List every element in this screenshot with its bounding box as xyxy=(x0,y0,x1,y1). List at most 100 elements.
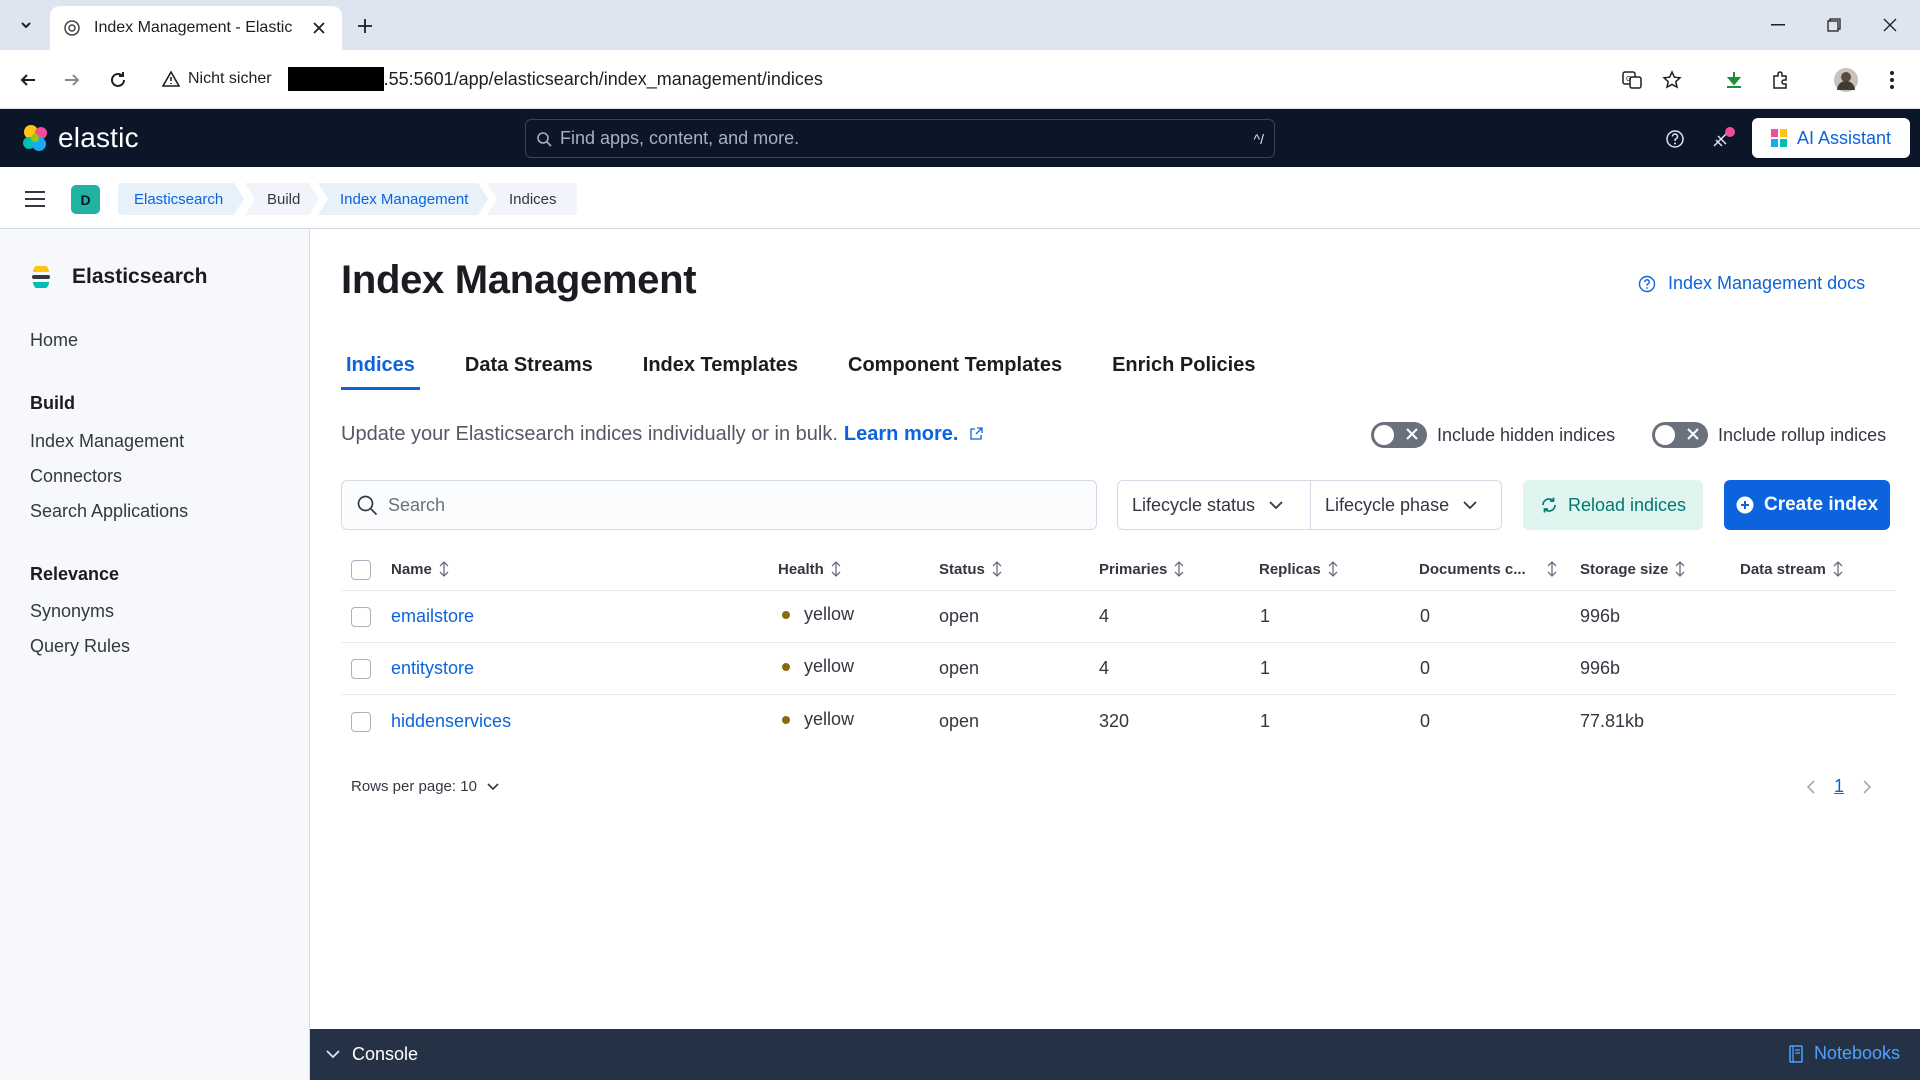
reload-page-icon[interactable] xyxy=(102,64,134,96)
browser-tab-bar: Index Management - Elastic xyxy=(0,0,1920,50)
primaries-cell: 320 xyxy=(1099,711,1130,731)
console-bar[interactable]: Console Notebooks xyxy=(310,1029,1920,1080)
notebooks-button[interactable]: Notebooks xyxy=(1788,1043,1900,1064)
row-checkbox[interactable] xyxy=(351,607,371,627)
sort-icon xyxy=(992,561,1002,577)
column-header-health[interactable]: Health xyxy=(778,560,842,578)
browser-tab[interactable]: Index Management - Elastic xyxy=(50,6,342,50)
minimize-icon[interactable] xyxy=(1750,0,1806,50)
indices-search-input[interactable] xyxy=(388,494,1068,516)
extensions-icon[interactable] xyxy=(1764,64,1796,96)
column-header-data-stream[interactable]: Data stream xyxy=(1740,560,1844,578)
storage-size-cell: 77.81kb xyxy=(1580,711,1645,731)
page-description: Update your Elasticsearch indices indivi… xyxy=(341,423,983,446)
breadcrumb-elasticsearch[interactable]: Elasticsearch xyxy=(118,183,244,215)
help-icon[interactable] xyxy=(1660,124,1690,154)
elastic-logo[interactable]: elastic xyxy=(20,122,139,154)
index-name-link[interactable]: hiddenservices xyxy=(391,711,511,732)
omnibox[interactable]: Nicht sicher .55:5601/app/elasticsearch/… xyxy=(152,58,1772,100)
column-header-replicas[interactable]: Replicas xyxy=(1259,560,1339,578)
global-search-input[interactable]: Find apps, content, and more. ^/ xyxy=(525,119,1275,158)
row-checkbox[interactable] xyxy=(351,659,371,679)
lifecycle-status-filter[interactable]: Lifecycle status xyxy=(1117,480,1311,530)
hidden-indices-switch[interactable] xyxy=(1371,422,1427,448)
breadcrumb-build: Build xyxy=(245,183,319,215)
new-tab-icon[interactable] xyxy=(350,11,380,41)
pagination: 1 xyxy=(1806,776,1872,797)
column-header-name[interactable]: Name xyxy=(391,560,450,578)
ai-assistant-button[interactable]: AI Assistant xyxy=(1752,118,1910,158)
column-header-documents[interactable]: Documents c... xyxy=(1419,560,1558,578)
notebook-icon xyxy=(1789,1044,1803,1063)
sidebar-item-home[interactable]: Home xyxy=(30,330,78,351)
reload-indices-button[interactable]: Reload indices xyxy=(1523,480,1703,530)
next-page-icon[interactable] xyxy=(1862,779,1872,795)
translate-icon[interactable]: G xyxy=(1616,64,1648,96)
index-management-tabs: Indices Data Streams Index Templates Com… xyxy=(341,346,1300,390)
sort-icon xyxy=(1174,561,1184,577)
side-nav-title: Elasticsearch xyxy=(72,265,208,288)
menu-toggle-icon[interactable] xyxy=(20,184,50,214)
tab-index-templates[interactable]: Index Templates xyxy=(638,346,803,390)
docs-link[interactable]: Index Management docs xyxy=(1638,273,1865,294)
health-dot-icon xyxy=(782,662,790,671)
ai-assistant-icon xyxy=(1770,129,1787,147)
lifecycle-phase-filter[interactable]: Lifecycle phase xyxy=(1310,480,1502,530)
restore-icon[interactable] xyxy=(1806,0,1862,50)
column-header-status[interactable]: Status xyxy=(939,560,1003,578)
create-index-button[interactable]: Create index xyxy=(1724,480,1890,530)
kibana-header: elastic Find apps, content, and more. ^/… xyxy=(0,109,1920,167)
index-name-link[interactable]: entitystore xyxy=(391,658,474,679)
bookmark-star-icon[interactable] xyxy=(1656,64,1688,96)
column-header-storage-size[interactable]: Storage size xyxy=(1580,560,1686,578)
index-name-link[interactable]: emailstore xyxy=(391,606,474,627)
column-header-primaries[interactable]: Primaries xyxy=(1099,560,1185,578)
space-avatar[interactable]: D xyxy=(71,185,100,214)
back-arrow-icon[interactable] xyxy=(12,64,44,96)
url-text[interactable]: .55:5601/app/elasticsearch/index_managem… xyxy=(384,69,823,90)
sort-icon xyxy=(1328,561,1338,577)
breadcrumb-indices: Indices xyxy=(487,183,577,215)
tab-enrich-policies[interactable]: Enrich Policies xyxy=(1107,346,1260,390)
tab-data-streams[interactable]: Data Streams xyxy=(460,346,598,390)
replicas-cell: 1 xyxy=(1260,711,1271,731)
learn-more-link[interactable]: Learn more. xyxy=(844,423,958,445)
download-icon[interactable] xyxy=(1718,64,1750,96)
sidebar-item-index-management[interactable]: Index Management xyxy=(30,431,184,452)
health-dot-icon xyxy=(782,715,790,724)
breadcrumb-bar: D Elasticsearch Build Index Management I… xyxy=(0,167,1920,229)
previous-page-icon[interactable] xyxy=(1806,779,1816,795)
status-cell: open xyxy=(939,658,980,678)
news-feed-icon[interactable] xyxy=(1708,124,1738,154)
profile-avatar-icon[interactable] xyxy=(1830,64,1862,96)
close-tab-icon[interactable] xyxy=(308,17,330,39)
sidebar-item-query-rules[interactable]: Query Rules xyxy=(30,636,130,657)
primaries-cell: 4 xyxy=(1099,606,1110,626)
page-number-button[interactable]: 1 xyxy=(1834,776,1844,797)
sidebar-item-search-applications[interactable]: Search Applications xyxy=(30,501,188,522)
sidebar-item-synonyms[interactable]: Synonyms xyxy=(30,601,114,622)
browser-menu-icon[interactable] xyxy=(1876,64,1908,96)
elasticsearch-logo-icon xyxy=(32,266,50,288)
browser-address-bar: Nicht sicher .55:5601/app/elasticsearch/… xyxy=(0,50,1920,109)
row-checkbox[interactable] xyxy=(351,712,371,732)
side-nav: Elasticsearch Home Build Index Managemen… xyxy=(0,229,310,1080)
tab-list-dropdown-icon[interactable] xyxy=(12,11,40,39)
search-shortcut: ^/ xyxy=(1253,130,1264,147)
global-search-placeholder: Find apps, content, and more. xyxy=(560,128,800,148)
tab-component-templates[interactable]: Component Templates xyxy=(843,346,1067,390)
security-warning[interactable]: Nicht sicher xyxy=(162,70,272,88)
side-nav-header[interactable]: Elasticsearch xyxy=(30,265,207,289)
rollup-indices-switch[interactable] xyxy=(1652,422,1708,448)
chevron-down-icon xyxy=(1463,500,1477,509)
include-hidden-toggle[interactable]: Include hidden indices xyxy=(1371,422,1615,448)
sidebar-item-connectors[interactable]: Connectors xyxy=(30,466,122,487)
tab-indices[interactable]: Indices xyxy=(341,346,420,390)
include-rollup-toggle[interactable]: Include rollup indices xyxy=(1652,422,1886,448)
select-all-checkbox[interactable] xyxy=(351,560,371,580)
indices-search-box[interactable] xyxy=(341,480,1097,530)
close-window-icon[interactable] xyxy=(1862,0,1918,50)
forward-arrow-icon[interactable] xyxy=(56,64,88,96)
breadcrumb-index-management[interactable]: Index Management xyxy=(318,183,488,215)
rows-per-page-selector[interactable]: Rows per page: 10 xyxy=(351,778,499,795)
